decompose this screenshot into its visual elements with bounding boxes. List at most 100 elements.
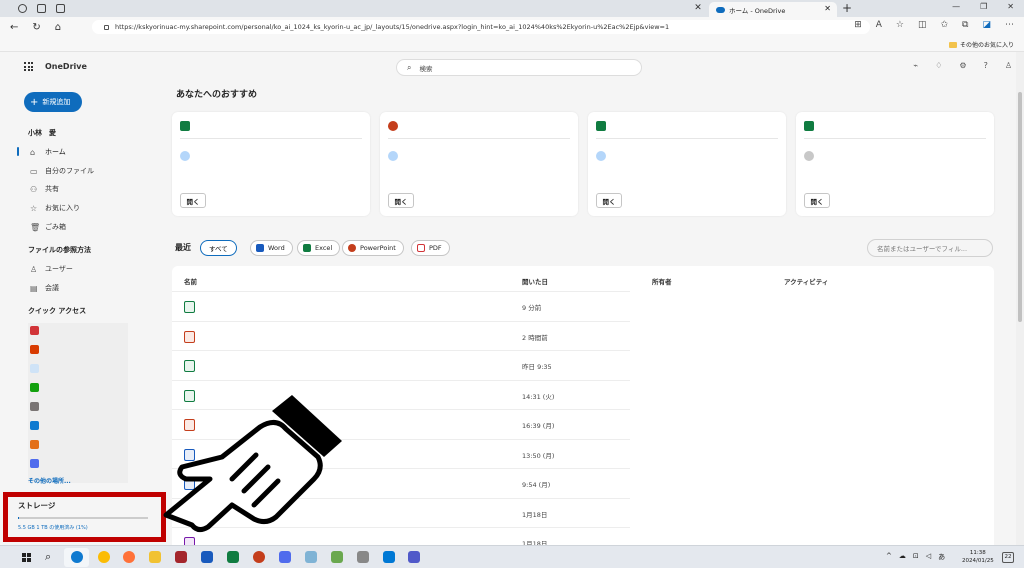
page-scrollbar[interactable] [1016,52,1024,545]
excel-icon[interactable] [227,551,239,563]
filter-all[interactable]: すべて [200,240,237,256]
app-name[interactable]: OneDrive [45,62,87,71]
app-icon[interactable] [305,551,317,563]
avatar [388,151,398,161]
lock-icon[interactable] [104,24,109,30]
firefox-icon[interactable] [123,551,135,563]
avatar [180,151,190,161]
collections-icon[interactable]: ⧉ [962,20,968,30]
teams-icon[interactable] [408,551,420,563]
sidebar-item-my-files[interactable]: ▭ 自分のファイル [30,166,94,176]
filter-powerpoint[interactable]: PowerPoint [342,240,404,256]
tab-actions-icon[interactable] [56,4,65,13]
network-icon[interactable]: ⊡ [913,552,919,562]
word-icon[interactable] [201,551,213,563]
outlook-icon[interactable] [383,551,395,563]
storage-usage-text[interactable]: 5.5 GB 1 TB の使用済み (1%) [18,524,88,531]
pdf-site-icon[interactable] [30,326,39,335]
scrollbar-thumb[interactable] [1018,92,1022,322]
column-header-opened[interactable]: 開いた日 [522,276,548,286]
filter-by-name-input[interactable]: 名前またはユーザーでフィル... [867,239,993,257]
sidebar-item-shared[interactable]: ⚇ 共有 [30,184,59,194]
sidebar-item-people[interactable]: ♙ ユーザー [30,264,73,274]
clock[interactable]: 11:38 2024/01/25 [962,549,994,565]
restore-icon[interactable]: ❐ [980,2,987,11]
favorites-folder[interactable]: その他のお気に入り [948,40,1014,49]
outlook-icon[interactable]: ◪ [982,20,991,30]
search-box[interactable]: ⌕ 検索 [396,59,642,76]
taskbar-search-icon[interactable]: ⌕ [45,550,51,564]
new-button[interactable]: + 新規追加 [24,92,82,112]
close-inactive-tab-icon[interactable]: ✕ [690,3,706,15]
site-icon[interactable] [30,440,39,449]
sidebar-item-meetings[interactable]: ▤ 会議 [30,283,59,293]
favorite-star-icon[interactable]: ☆ [896,20,904,30]
more-options-icon[interactable]: ⋯ [1005,20,1014,30]
open-button[interactable]: 開く [388,193,414,208]
read-aloud-icon[interactable]: A [876,20,882,30]
app-icon[interactable] [279,551,291,563]
site-icon[interactable] [30,459,39,468]
app-launcher-icon[interactable] [24,62,33,71]
site-icon[interactable] [30,345,39,354]
sidebar-item-recycle-bin[interactable]: 🗑︎ ごみ箱 [30,222,66,232]
table-row[interactable]: 昨日 9:35 [172,350,630,379]
filter-word[interactable]: Word [250,240,293,256]
app-icon[interactable] [331,551,343,563]
tab-onedrive[interactable]: ホーム - OneDrive ✕ [709,2,837,17]
workspaces-icon[interactable] [37,4,46,13]
sidebar-item-home[interactable]: ⌂ ホーム [30,147,66,157]
recommendation-card[interactable]: 開く [380,112,578,216]
open-button[interactable]: 開く [180,193,206,208]
more-places-link[interactable]: その他の場所... [28,476,71,485]
home-browser-icon[interactable]: ⌂ [55,22,61,33]
account-icon[interactable]: ♙ [1005,61,1012,70]
storage-title[interactable]: ストレージ [18,500,55,511]
notification-badge[interactable]: 22 [1002,552,1014,563]
chrome-icon[interactable] [98,551,110,563]
access-icon[interactable] [175,551,187,563]
help-icon[interactable]: ? [984,61,988,70]
filter-pdf[interactable]: PDF [411,240,450,256]
close-tab-icon[interactable]: ✕ [824,4,831,13]
premium-icon[interactable]: ♢ [935,61,942,70]
open-button[interactable]: 開く [596,193,622,208]
open-button[interactable]: 開く [804,193,830,208]
address-field[interactable]: https://kskyorinuac-my.sharepoint.com/pe… [92,20,870,34]
table-row[interactable]: 2 時間前 [172,321,630,350]
ime-indicator[interactable]: あ [938,552,945,562]
refresh-icon[interactable]: ↻ [32,22,40,33]
start-icon[interactable] [22,553,31,562]
chart-site-icon[interactable] [30,364,39,373]
app-available-icon[interactable]: ⊞ [854,20,862,30]
recommendation-card[interactable]: 開く [796,112,994,216]
onedrive-tray-icon[interactable]: ☁ [899,552,906,562]
table-row[interactable]: 9 分前 [172,291,630,320]
edge-icon[interactable] [71,551,83,563]
sidebar-item-favorites[interactable]: ☆ お気に入り [30,203,80,213]
window-close-icon[interactable]: ✕ [1007,2,1014,11]
recommendation-card[interactable]: 開く [588,112,786,216]
new-tab-button[interactable]: + [842,1,852,15]
settings-gear-icon[interactable]: ⚙ [959,61,966,70]
profile-icon[interactable] [18,4,27,13]
file-explorer-icon[interactable] [149,551,161,563]
back-icon[interactable]: ← [10,22,18,33]
favorites-icon[interactable]: ✩ [941,20,949,30]
filter-excel[interactable]: Excel [297,240,341,256]
volume-icon[interactable]: ◁ [926,552,931,562]
recommendation-card[interactable]: 開く [172,112,370,216]
site-icon[interactable] [30,402,39,411]
column-header-owner[interactable]: 所有者 [652,276,672,286]
sidebar-item-label: ユーザー [45,265,73,273]
chevron-up-icon[interactable]: ^ [886,552,892,562]
column-header-name[interactable]: 名前 [184,276,197,286]
column-header-activity[interactable]: アクティビティ [784,276,828,286]
site-icon[interactable] [30,421,39,430]
split-screen-icon[interactable]: ◫ [918,20,927,30]
minimize-icon[interactable]: — [952,2,960,11]
site-icon[interactable] [30,383,39,392]
feedback-icon[interactable]: ⌁ [913,61,918,70]
app-icon[interactable] [357,551,369,563]
powerpoint-icon[interactable] [253,551,265,563]
